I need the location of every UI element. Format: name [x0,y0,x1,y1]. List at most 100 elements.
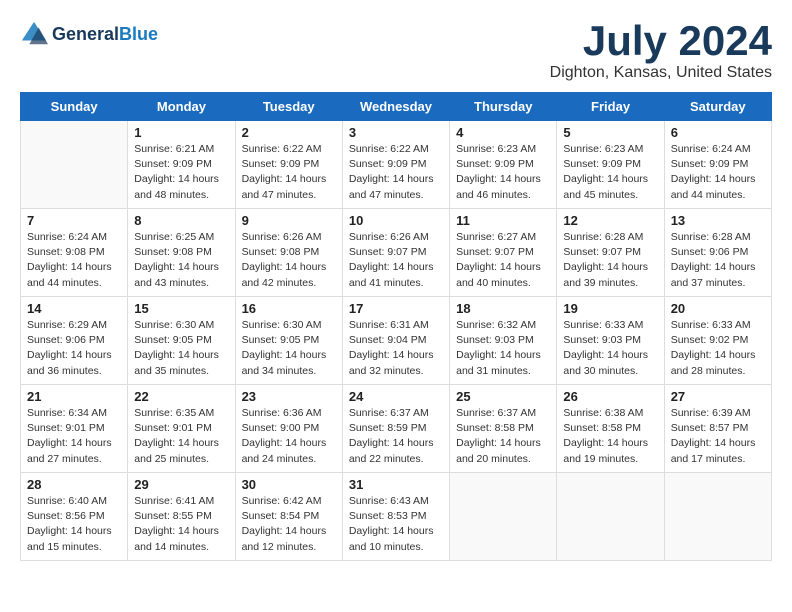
day-info: Sunrise: 6:38 AMSunset: 8:58 PMDaylight:… [563,406,657,467]
day-number: 1 [134,125,228,140]
calendar-cell: 6 Sunrise: 6:24 AMSunset: 9:09 PMDaylight… [664,121,771,209]
header-thursday: Thursday [450,93,557,121]
day-info: Sunrise: 6:26 AMSunset: 9:07 PMDaylight:… [349,230,443,291]
day-info: Sunrise: 6:30 AMSunset: 9:05 PMDaylight:… [242,318,336,379]
calendar-cell: 22 Sunrise: 6:35 AMSunset: 9:01 PMDayligh… [128,385,235,473]
day-info: Sunrise: 6:36 AMSunset: 9:00 PMDaylight:… [242,406,336,467]
calendar-cell: 4 Sunrise: 6:23 AMSunset: 9:09 PMDaylight… [450,121,557,209]
calendar-cell: 11 Sunrise: 6:27 AMSunset: 9:07 PMDayligh… [450,209,557,297]
day-number: 25 [456,389,550,404]
day-number: 5 [563,125,657,140]
page-header: GeneralBlue July 2024 Dighton, Kansas, U… [20,20,772,82]
calendar-cell: 13Sunrise: 6:28 AMSunset: 9:06 PMDayligh… [664,209,771,297]
day-number: 10 [349,213,443,228]
header-sunday: Sunday [21,93,128,121]
calendar-cell: 19Sunrise: 6:33 AMSunset: 9:03 PMDayligh… [557,297,664,385]
calendar-cell: 23 Sunrise: 6:36 AMSunset: 9:00 PMDayligh… [235,385,342,473]
day-number: 23 [242,389,336,404]
calendar-cell: 29 Sunrise: 6:41 AMSunset: 8:55 PMDayligh… [128,473,235,561]
day-number: 3 [349,125,443,140]
day-info: Sunrise: 6:35 AMSunset: 9:01 PMDaylight:… [134,406,228,467]
day-number: 18 [456,301,550,316]
day-info: Sunrise: 6:42 AMSunset: 8:54 PMDaylight:… [242,494,336,555]
day-number: 31 [349,477,443,492]
calendar-cell: 28Sunrise: 6:40 AMSunset: 8:56 PMDayligh… [21,473,128,561]
day-number: 6 [671,125,765,140]
day-number: 19 [563,301,657,316]
day-info: Sunrise: 6:32 AMSunset: 9:03 PMDaylight:… [456,318,550,379]
day-info: Sunrise: 6:24 AMSunset: 9:09 PMDaylight:… [671,142,765,203]
day-number: 29 [134,477,228,492]
day-number: 28 [27,477,121,492]
calendar-cell: 1 Sunrise: 6:21 AMSunset: 9:09 PMDaylight… [128,121,235,209]
day-info: Sunrise: 6:23 AMSunset: 9:09 PMDaylight:… [456,142,550,203]
day-number: 14 [27,301,121,316]
day-info: Sunrise: 6:22 AMSunset: 9:09 PMDaylight:… [349,142,443,203]
header-wednesday: Wednesday [342,93,449,121]
day-number: 15 [134,301,228,316]
calendar-cell: 26 Sunrise: 6:38 AMSunset: 8:58 PMDayligh… [557,385,664,473]
calendar-cell: 7 Sunrise: 6:24 AMSunset: 9:08 PMDaylight… [21,209,128,297]
day-info: Sunrise: 6:26 AMSunset: 9:08 PMDaylight:… [242,230,336,291]
week-row-4: 21Sunrise: 6:34 AMSunset: 9:01 PMDayligh… [21,385,772,473]
calendar-cell: 24 Sunrise: 6:37 AMSunset: 8:59 PMDayligh… [342,385,449,473]
calendar-cell: 12Sunrise: 6:28 AMSunset: 9:07 PMDayligh… [557,209,664,297]
day-info: Sunrise: 6:37 AMSunset: 8:58 PMDaylight:… [456,406,550,467]
day-number: 27 [671,389,765,404]
title-area: July 2024 Dighton, Kansas, United States [550,20,772,82]
day-info: Sunrise: 6:25 AMSunset: 9:08 PMDaylight:… [134,230,228,291]
day-number: 16 [242,301,336,316]
header-tuesday: Tuesday [235,93,342,121]
day-number: 22 [134,389,228,404]
calendar-cell: 30Sunrise: 6:42 AMSunset: 8:54 PMDayligh… [235,473,342,561]
day-number: 2 [242,125,336,140]
calendar-cell [557,473,664,561]
location-title: Dighton, Kansas, United States [550,64,772,82]
day-number: 9 [242,213,336,228]
calendar-cell [450,473,557,561]
day-info: Sunrise: 6:43 AMSunset: 8:53 PMDaylight:… [349,494,443,555]
day-info: Sunrise: 6:21 AMSunset: 9:09 PMDaylight:… [134,142,228,203]
calendar-cell: 14 Sunrise: 6:29 AMSunset: 9:06 PMDayligh… [21,297,128,385]
day-number: 12 [563,213,657,228]
week-row-5: 28Sunrise: 6:40 AMSunset: 8:56 PMDayligh… [21,473,772,561]
calendar-cell: 2 Sunrise: 6:22 AMSunset: 9:09 PMDaylight… [235,121,342,209]
day-info: Sunrise: 6:30 AMSunset: 9:05 PMDaylight:… [134,318,228,379]
day-info: Sunrise: 6:37 AMSunset: 8:59 PMDaylight:… [349,406,443,467]
day-number: 4 [456,125,550,140]
day-number: 7 [27,213,121,228]
day-number: 17 [349,301,443,316]
month-title: July 2024 [550,20,772,62]
calendar-cell: 27 Sunrise: 6:39 AMSunset: 8:57 PMDayligh… [664,385,771,473]
calendar-cell: 5Sunrise: 6:23 AMSunset: 9:09 PMDaylight… [557,121,664,209]
day-number: 24 [349,389,443,404]
day-info: Sunrise: 6:22 AMSunset: 9:09 PMDaylight:… [242,142,336,203]
day-info: Sunrise: 6:39 AMSunset: 8:57 PMDaylight:… [671,406,765,467]
calendar-table: SundayMondayTuesdayWednesdayThursdayFrid… [20,92,772,561]
calendar-cell: 25 Sunrise: 6:37 AMSunset: 8:58 PMDayligh… [450,385,557,473]
day-info: Sunrise: 6:28 AMSunset: 9:06 PMDaylight:… [671,230,765,291]
logo-icon [20,20,48,48]
logo-general: GeneralBlue [52,24,158,45]
calendar-cell: 8 Sunrise: 6:25 AMSunset: 9:08 PMDaylight… [128,209,235,297]
logo: GeneralBlue [20,20,158,48]
day-info: Sunrise: 6:24 AMSunset: 9:08 PMDaylight:… [27,230,121,291]
day-number: 8 [134,213,228,228]
calendar-cell: 31 Sunrise: 6:43 AMSunset: 8:53 PMDayligh… [342,473,449,561]
day-info: Sunrise: 6:27 AMSunset: 9:07 PMDaylight:… [456,230,550,291]
day-number: 11 [456,213,550,228]
day-info: Sunrise: 6:31 AMSunset: 9:04 PMDaylight:… [349,318,443,379]
calendar-cell [21,121,128,209]
calendar-cell: 17 Sunrise: 6:31 AMSunset: 9:04 PMDayligh… [342,297,449,385]
calendar-cell: 3 Sunrise: 6:22 AMSunset: 9:09 PMDaylight… [342,121,449,209]
day-info: Sunrise: 6:41 AMSunset: 8:55 PMDaylight:… [134,494,228,555]
day-info: Sunrise: 6:34 AMSunset: 9:01 PMDaylight:… [27,406,121,467]
calendar-cell: 20Sunrise: 6:33 AMSunset: 9:02 PMDayligh… [664,297,771,385]
calendar-cell: 15 Sunrise: 6:30 AMSunset: 9:05 PMDayligh… [128,297,235,385]
calendar-cell [664,473,771,561]
calendar-cell: 21Sunrise: 6:34 AMSunset: 9:01 PMDayligh… [21,385,128,473]
day-info: Sunrise: 6:29 AMSunset: 9:06 PMDaylight:… [27,318,121,379]
week-row-2: 7 Sunrise: 6:24 AMSunset: 9:08 PMDaylight… [21,209,772,297]
day-info: Sunrise: 6:33 AMSunset: 9:02 PMDaylight:… [671,318,765,379]
day-number: 26 [563,389,657,404]
